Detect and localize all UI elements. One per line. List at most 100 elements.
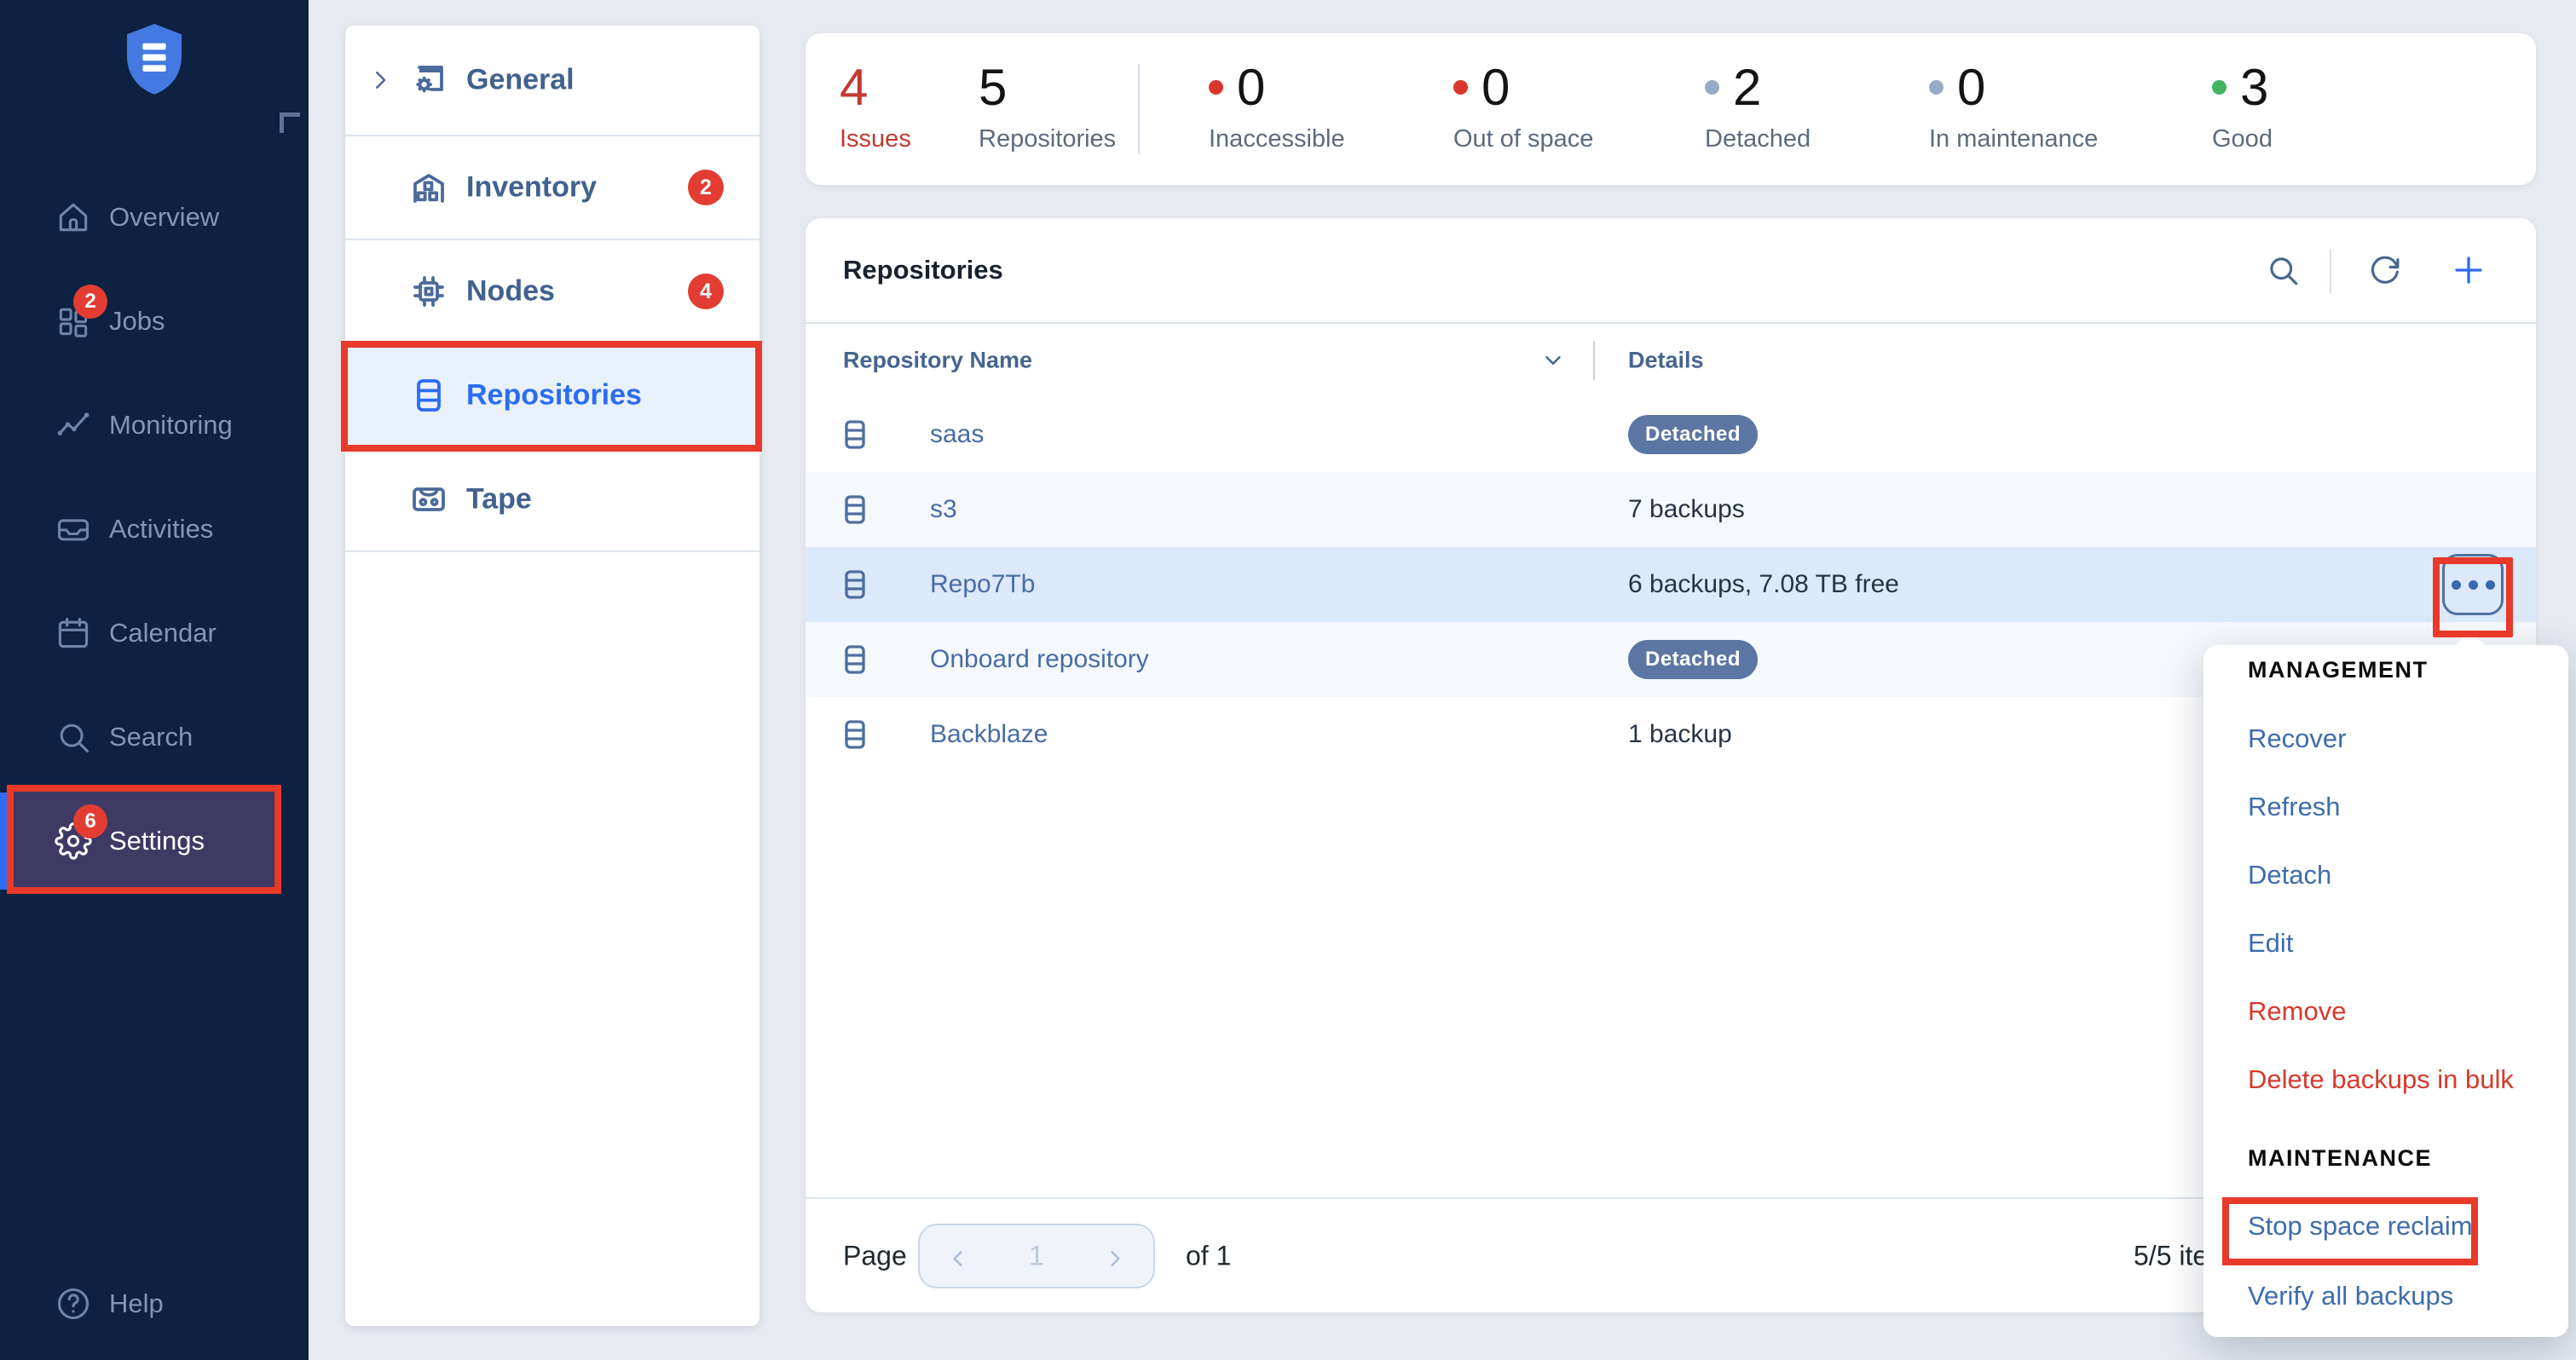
- menu-item-refresh[interactable]: Refresh: [2203, 773, 2568, 841]
- menu-section-management: MANAGEMENT: [2203, 645, 2568, 694]
- table-row[interactable]: saas Detached: [806, 397, 2536, 472]
- repository-icon: [838, 715, 872, 754]
- search-icon[interactable]: [2265, 252, 2301, 288]
- table-row-selected[interactable]: Repo7Tb 6 backups, 7.08 TB free: [806, 547, 2536, 622]
- stat-label: In maintenance: [1929, 125, 2098, 153]
- repositories-summary-bar: 4 Issues 5 Repositories 0 Inaccessible 0…: [806, 33, 2536, 185]
- panel-title: Repositories: [843, 255, 1003, 285]
- detached-status-badge: Detached: [1628, 415, 1758, 454]
- search-icon: [55, 718, 92, 756]
- menu-item-remove[interactable]: Remove: [2203, 977, 2568, 1046]
- status-dot-slate: [1705, 80, 1719, 95]
- stat-value: 0: [1957, 58, 1984, 117]
- stat-out-of-space: 0 Out of space: [1453, 59, 1593, 153]
- primary-sidebar: Overview 2 Jobs Monitoring Activities: [0, 0, 309, 1360]
- repository-name-link[interactable]: Onboard repository: [930, 645, 1149, 674]
- menu-item-verify-all-backups[interactable]: Verify all backups: [2203, 1262, 2568, 1330]
- inventory-badge: 2: [688, 170, 724, 205]
- menu-item-detach[interactable]: Detach: [2203, 841, 2568, 909]
- stat-label: Detached: [1705, 125, 1811, 153]
- current-page-number[interactable]: 1: [1029, 1240, 1044, 1271]
- sidebar-item-label: Help: [109, 1288, 164, 1319]
- sidebar-item-jobs[interactable]: 2 Jobs: [0, 269, 309, 373]
- settings-nav-panel: General Inventory 2 Nodes 4 Repositories…: [345, 26, 760, 1326]
- sidebar-item-label: Settings: [109, 826, 205, 856]
- repository-details: 6 backups, 7.08 TB free: [1628, 570, 1899, 599]
- stat-value: 2: [1733, 58, 1760, 117]
- stat-detached: 2 Detached: [1705, 59, 1811, 153]
- column-details[interactable]: Details: [1628, 348, 1704, 374]
- calendar-icon: [55, 614, 92, 652]
- settings-nav-tape[interactable]: Tape: [345, 448, 760, 552]
- repository-name-link[interactable]: Repo7Tb: [930, 570, 1035, 599]
- repository-details: 7 backups: [1628, 495, 1745, 524]
- activities-inbox-icon: [55, 510, 92, 548]
- status-dot-red: [1453, 80, 1468, 95]
- nodes-chip-icon: [408, 271, 449, 312]
- sidebar-item-monitoring[interactable]: Monitoring: [0, 373, 309, 477]
- menu-item-delete-backups-in-bulk[interactable]: Delete backups in bulk: [2203, 1046, 2568, 1114]
- settings-badge: 6: [73, 804, 107, 838]
- toolbar-divider: [2330, 249, 2331, 293]
- menu-item-recover[interactable]: Recover: [2203, 705, 2568, 773]
- next-page-icon[interactable]: [1104, 1245, 1126, 1267]
- repository-icon: [838, 640, 872, 679]
- sidebar-item-label: Calendar: [109, 618, 217, 648]
- status-dot-green: [2212, 80, 2227, 95]
- active-indicator-bar: [0, 792, 8, 890]
- previous-page-icon[interactable]: [947, 1245, 969, 1267]
- table-row[interactable]: s3 7 backups: [806, 472, 2536, 547]
- settings-nav-inventory[interactable]: Inventory 2: [345, 136, 760, 240]
- stats-divider: [1138, 64, 1140, 154]
- page-stepper: 1: [918, 1224, 1155, 1288]
- page-of-label: of 1: [1186, 1240, 1231, 1271]
- primary-nav: Overview 2 Jobs Monitoring Activities: [0, 165, 309, 893]
- page-label: Page: [843, 1240, 907, 1271]
- menu-section-maintenance: MAINTENANCE: [2203, 1114, 2568, 1190]
- detached-status-badge: Detached: [1628, 640, 1758, 679]
- jobs-badge: 2: [73, 285, 107, 319]
- settings-nav-label: Nodes: [466, 275, 555, 308]
- row-actions-ellipsis-button[interactable]: [2442, 554, 2504, 615]
- repositories-stack-icon: [408, 375, 449, 416]
- stat-value: 0: [1237, 58, 1264, 117]
- settings-nav-repositories[interactable]: Repositories: [345, 344, 760, 448]
- chevron-right-icon[interactable]: [367, 67, 393, 93]
- add-repository-icon[interactable]: [2451, 252, 2486, 288]
- refresh-icon[interactable]: [2367, 252, 2403, 288]
- sidebar-item-label: Jobs: [109, 306, 165, 337]
- sidebar-item-settings[interactable]: 6 Settings: [0, 789, 309, 893]
- stat-issues: 4 Issues: [840, 59, 911, 153]
- stat-value: 0: [1481, 58, 1509, 117]
- repository-icon: [838, 490, 872, 529]
- menu-item-edit[interactable]: Edit: [2203, 909, 2568, 977]
- stat-inaccessible: 0 Inaccessible: [1209, 59, 1345, 153]
- row-actions-context-menu: MANAGEMENT Recover Refresh Detach Edit R…: [2203, 645, 2568, 1337]
- stat-in-maintenance: 0 In maintenance: [1929, 59, 2098, 153]
- chevron-down-icon[interactable]: [1540, 348, 1566, 373]
- sidebar-item-label: Activities: [109, 514, 213, 545]
- sidebar-item-label: Monitoring: [109, 410, 233, 441]
- sidebar-item-search[interactable]: Search: [0, 685, 309, 789]
- sidebar-item-calendar[interactable]: Calendar: [0, 581, 309, 685]
- home-icon: [55, 199, 92, 236]
- sidebar-item-label: Overview: [109, 202, 219, 233]
- general-window-gear-icon: [408, 60, 449, 101]
- stat-value: 4: [840, 58, 867, 117]
- repository-name-link[interactable]: Backblaze: [930, 720, 1048, 749]
- column-repository-name[interactable]: Repository Name: [843, 348, 1032, 374]
- stat-label: Repositories: [979, 125, 1116, 153]
- sidebar-collapse-icon[interactable]: [280, 112, 300, 133]
- sidebar-item-label: Search: [109, 722, 193, 752]
- settings-nav-label: Inventory: [466, 171, 597, 205]
- menu-item-stop-space-reclaim[interactable]: Stop space reclaim: [2203, 1190, 2568, 1262]
- sidebar-item-activities[interactable]: Activities: [0, 477, 309, 581]
- sidebar-item-help[interactable]: Help: [0, 1252, 309, 1356]
- sidebar-item-overview[interactable]: Overview: [0, 165, 309, 269]
- stat-value: 3: [2240, 58, 2267, 117]
- repository-name-link[interactable]: saas: [930, 420, 984, 449]
- monitoring-chart-icon: [55, 406, 92, 444]
- settings-nav-general[interactable]: General: [345, 26, 760, 136]
- settings-nav-nodes[interactable]: Nodes 4: [345, 240, 760, 344]
- repository-name-link[interactable]: s3: [930, 495, 957, 524]
